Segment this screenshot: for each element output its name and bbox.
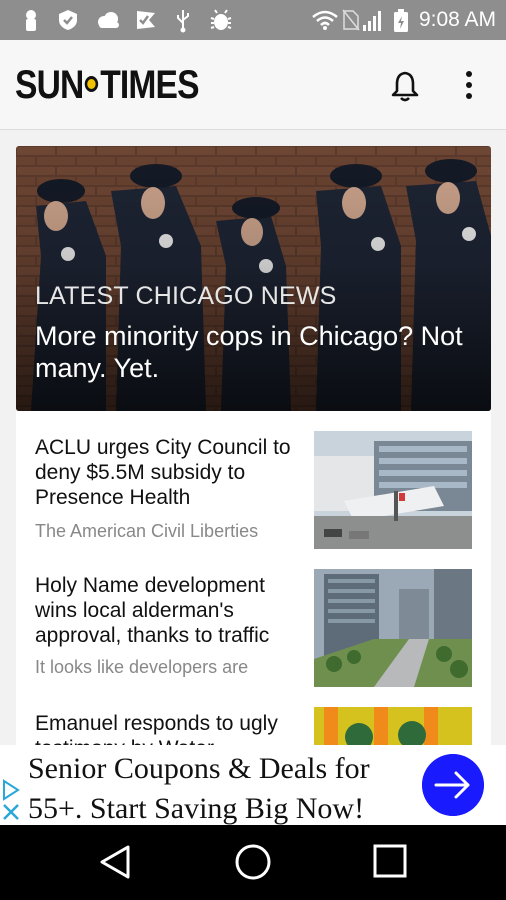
keyhole-icon (26, 10, 36, 31)
ad-choices-icon[interactable] (0, 779, 22, 823)
logo-sun-icon (85, 76, 99, 93)
wifi-icon (312, 10, 338, 30)
status-time: 9:08 AM (418, 8, 496, 31)
back-icon[interactable] (98, 843, 134, 881)
story-thumbnail[interactable] (314, 431, 472, 549)
no-sim-icon (342, 9, 360, 31)
hero-kicker: LATEST CHICAGO NEWS (35, 282, 337, 310)
cloud-icon (98, 12, 119, 28)
story-title[interactable]: Holy Name development wins local alderma… (35, 573, 295, 648)
story-thumbnail[interactable] (314, 569, 472, 687)
list-item[interactable]: Emanuel responds to ugly testimony by Wa… (16, 687, 491, 751)
logo-text-times: TIMES (100, 63, 199, 107)
bell-icon[interactable] (390, 70, 420, 102)
sun-times-logo[interactable]: SUN TIMES (15, 62, 200, 108)
signal-icon (363, 11, 381, 31)
hero-story-card[interactable]: LATEST CHICAGO NEWS More minority cops i… (16, 146, 491, 411)
logo-text-sun: SUN (15, 63, 84, 107)
status-bar: 9:08 AM (0, 0, 506, 40)
story-title[interactable]: ACLU urges City Council to deny $5.5M su… (35, 435, 295, 510)
arrow-right-icon[interactable] (422, 754, 484, 816)
hero-title[interactable]: More minority cops in Chicago? Not many.… (35, 320, 475, 384)
navigation-bar (0, 825, 506, 900)
checkbox-flag-icon (137, 11, 155, 29)
app-bar: SUN TIMES (0, 40, 506, 130)
story-list: ACLU urges City Council to deny $5.5M su… (16, 411, 491, 751)
list-item[interactable]: ACLU urges City Council to deny $5.5M su… (16, 411, 491, 549)
home-icon[interactable] (234, 843, 272, 881)
usb-icon (177, 10, 189, 33)
story-summary: It looks like developers are (35, 657, 249, 677)
recents-icon[interactable] (372, 843, 408, 881)
list-item[interactable]: Holy Name development wins local alderma… (16, 549, 491, 687)
ad-banner[interactable]: Senior Coupons & Deals for 55+. Start Sa… (0, 745, 506, 825)
battery-icon (394, 9, 408, 32)
shield-icon (59, 10, 77, 30)
android-bug-icon (210, 9, 232, 30)
ad-text[interactable]: Senior Coupons & Deals for 55+. Start Sa… (28, 749, 408, 829)
story-summary: The American Civil Liberties (35, 521, 259, 541)
more-vert-icon[interactable] (462, 70, 476, 102)
